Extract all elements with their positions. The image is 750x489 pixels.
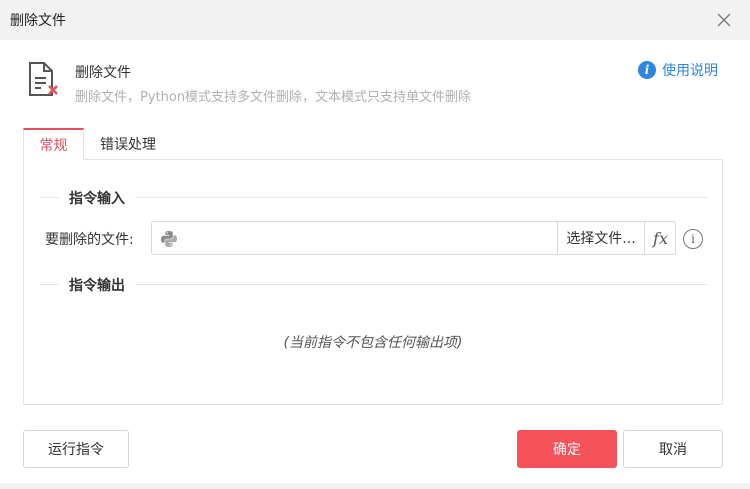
- tab-general[interactable]: 常规: [23, 128, 84, 160]
- dialog-title: 删除文件: [10, 13, 66, 29]
- command-name: 删除文件: [75, 65, 131, 81]
- empty-output-message: (当前指令不包含任何输出项): [283, 335, 463, 351]
- info-circle-icon: i: [638, 61, 656, 79]
- output-section-header: 指令输出: [40, 275, 708, 295]
- run-command-button[interactable]: 运行指令: [23, 430, 129, 468]
- input-section-header: 指令输入: [40, 188, 708, 208]
- choose-file-button[interactable]: 选择文件...: [557, 222, 644, 254]
- file-delete-icon: [26, 61, 62, 101]
- input-section-title: 指令输入: [59, 188, 135, 208]
- help-link[interactable]: i 使用说明: [638, 60, 718, 80]
- help-label: 使用说明: [662, 63, 718, 79]
- bottom-border: [0, 483, 750, 489]
- cancel-button[interactable]: 取消: [623, 430, 723, 468]
- info-outline-icon[interactable]: i: [683, 229, 703, 249]
- fx-button[interactable]: fx: [644, 222, 676, 254]
- command-description: 删除文件，Python模式支持多文件删除，文本模式只支持单文件删除: [75, 90, 472, 105]
- file-path-input[interactable]: [184, 222, 556, 254]
- tab-error-handling[interactable]: 错误处理: [88, 128, 168, 160]
- output-section-title: 指令输出: [59, 275, 135, 295]
- dialog-titlebar: 删除文件: [0, 0, 750, 40]
- divider: [40, 284, 708, 285]
- file-input-group: 选择文件... fx: [151, 221, 676, 255]
- file-field-label: 要删除的文件:: [45, 232, 134, 248]
- divider: [40, 197, 708, 198]
- close-icon[interactable]: [712, 8, 736, 32]
- ok-button[interactable]: 确定: [517, 430, 617, 468]
- python-icon[interactable]: [160, 230, 178, 248]
